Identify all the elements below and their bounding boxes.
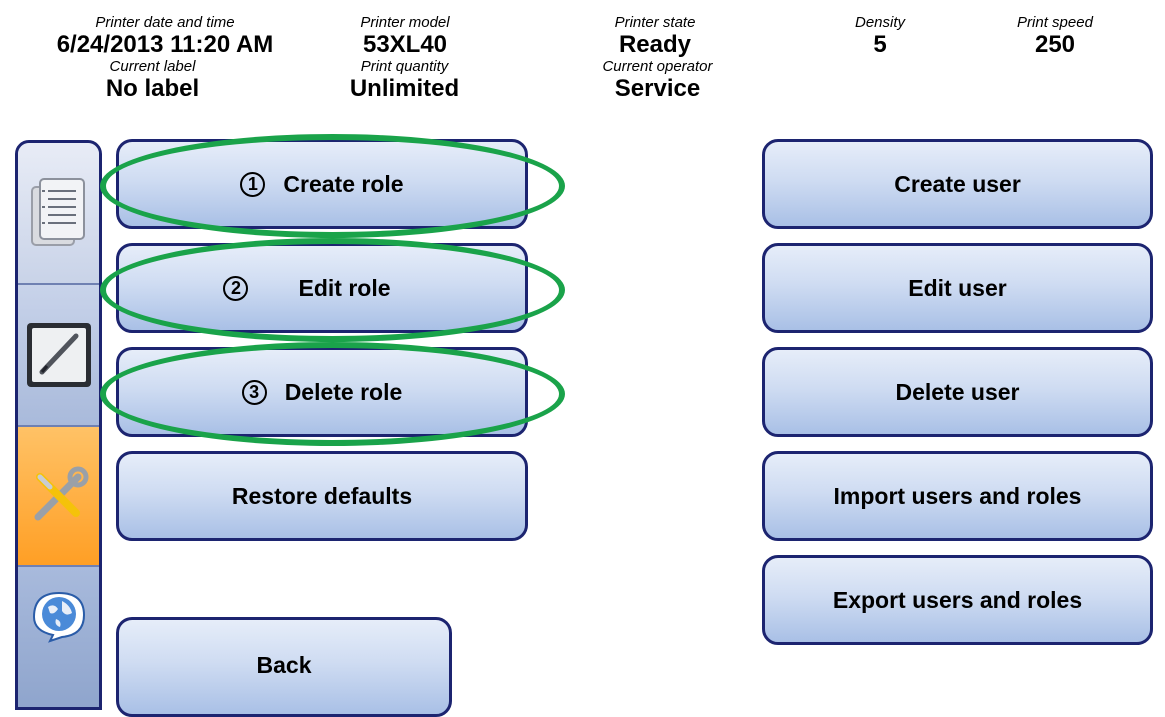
sidebar-tab-tools[interactable] (18, 427, 99, 567)
restore-defaults-button[interactable]: Restore defaults (116, 451, 528, 541)
export-users-roles-button[interactable]: Export users and roles (762, 555, 1153, 645)
print-quantity: Print quantity Unlimited (322, 58, 487, 103)
print-speed: Print speed 250 (1005, 14, 1105, 59)
current-label-value: No label (105, 75, 200, 102)
delete-role-label: Delete role (284, 378, 403, 405)
sidebar-tab-edit[interactable] (18, 285, 99, 427)
create-user-label: Create user (894, 170, 1021, 197)
back-button[interactable]: Back (116, 617, 452, 717)
printer-datetime: Printer date and time 6/24/2013 11:20 AM (20, 14, 310, 59)
edit-user-label: Edit user (908, 274, 1007, 301)
printer-state: Printer state Ready (580, 14, 730, 59)
delete-role-button[interactable]: 3 Delete role (116, 347, 528, 437)
print-quantity-value: Unlimited (349, 75, 460, 102)
print-speed-value: 250 (1034, 31, 1076, 58)
current-operator: Current operator Service (575, 58, 740, 103)
sidebar-tab-language[interactable] (18, 567, 99, 707)
density: Density 5 (830, 14, 930, 59)
edit-role-label: Edit role (298, 274, 391, 301)
sidebar-tab-labels[interactable] (18, 143, 99, 285)
current-operator-value: Service (614, 75, 701, 102)
current-operator-label: Current operator (602, 58, 713, 75)
delete-user-button[interactable]: Delete user (762, 347, 1153, 437)
density-label: Density (854, 14, 906, 31)
tools-icon (34, 466, 88, 521)
printer-state-value: Ready (618, 31, 692, 58)
delete-user-label: Delete user (895, 378, 1020, 405)
step-2-badge: 2 (223, 275, 249, 301)
create-role-label: Create role (283, 170, 404, 197)
step-3-badge: 3 (241, 379, 267, 405)
printer-datetime-value: 6/24/2013 11:20 AM (56, 31, 274, 58)
print-quantity-label: Print quantity (360, 58, 449, 75)
pen-edit-icon (26, 323, 91, 387)
printer-model: Printer model 53XL40 (330, 14, 480, 59)
import-users-roles-label: Import users and roles (833, 482, 1082, 509)
document-list-icon (30, 178, 85, 246)
restore-defaults-label: Restore defaults (231, 482, 413, 509)
printer-state-label: Printer state (614, 14, 696, 31)
create-role-button[interactable]: 1 Create role (116, 139, 528, 229)
back-label: Back (256, 652, 312, 678)
printer-model-label: Printer model (360, 14, 450, 31)
export-users-roles-label: Export users and roles (832, 586, 1083, 613)
sidebar (15, 140, 102, 710)
printer-datetime-label: Printer date and time (95, 14, 235, 31)
print-speed-label: Print speed (1017, 14, 1093, 31)
current-label: Current label No label (70, 58, 235, 103)
density-value: 5 (873, 31, 887, 58)
edit-role-button[interactable]: 2 Edit role (116, 243, 528, 333)
step-1-badge: 1 (240, 171, 266, 197)
printer-model-value: 53XL40 (362, 31, 448, 58)
edit-user-button[interactable]: Edit user (762, 243, 1153, 333)
globe-chat-icon (32, 591, 85, 643)
create-user-button[interactable]: Create user (762, 139, 1153, 229)
current-label-label: Current label (109, 58, 196, 75)
import-users-roles-button[interactable]: Import users and roles (762, 451, 1153, 541)
